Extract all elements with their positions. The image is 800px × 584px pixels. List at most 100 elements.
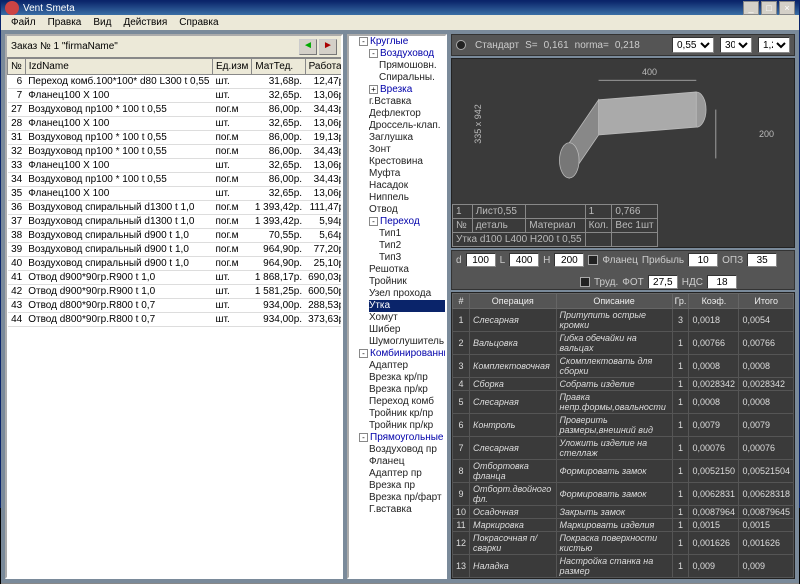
table-row[interactable]: 7СлесарнаяУложить изделие на стеллаж10,0… [453,437,794,460]
menu-actions[interactable]: Действия [117,15,173,30]
table-row[interactable]: 35Фланец100 X 100шт.32,65р.13,06р. [8,187,342,201]
tree-item[interactable]: Врезка кр/пр [369,372,445,384]
tree-item[interactable]: Тройник [369,276,445,288]
table-row[interactable]: 10ОсадочнаяЗакрыть замок10,00879640,0087… [453,506,794,519]
col-header[interactable]: Гр. [672,294,689,309]
tree-item[interactable]: Тип2 [379,240,445,252]
d-input[interactable] [466,253,496,267]
tree-item[interactable]: Тройник пр/кр [369,420,445,432]
tree-expander-icon[interactable]: - [369,49,378,58]
table-row[interactable]: 6Переход комб.100*100* d80 L300 t 0,55шт… [8,75,342,89]
combo3[interactable]: 1,2 [758,37,790,53]
col-header[interactable]: Работа [305,59,341,75]
table-row[interactable]: 34Воздуховод пр100 * 100 t 0,55пог.м86,0… [8,173,342,187]
operations-table[interactable]: #ОперацияОписаниеГр.Коэф.Итого 1Слесарна… [451,292,795,579]
tree-item[interactable]: Адаптер [369,360,445,372]
tree-item[interactable]: Крестовина [369,156,445,168]
table-row[interactable]: 42Отвод d900*90гр.R900 t 1,0шт.1 581,25р… [8,285,342,299]
tree-item[interactable]: Прямошовн. [379,60,445,72]
tree-expander-icon[interactable]: - [359,433,368,442]
table-row[interactable]: 6КонтрольПроверить размеры,внешний вид10… [453,414,794,437]
tree-item[interactable]: Ниппель [369,192,445,204]
next-button[interactable]: ► [319,39,337,55]
tree-item[interactable]: Шибер [369,324,445,336]
standard-radio[interactable] [456,40,466,50]
tree-item[interactable]: Узел прохода [369,288,445,300]
table-row[interactable]: 1СлесарнаяПритупить острые кромки30,0018… [453,309,794,332]
col-header[interactable]: Описание [556,294,672,309]
table-row[interactable]: 43Отвод d800*90гр.R800 t 0,7шт.934,00р.2… [8,299,342,313]
table-row[interactable]: 41Отвод d900*90гр.R900 t 1,0шт.1 868,17р… [8,271,342,285]
tree-item[interactable]: Заглушка [369,132,445,144]
table-row[interactable]: 27Воздуховод пр100 * 100 t 0,55пог.м86,0… [8,103,342,117]
tree-item[interactable]: Врезка пр [369,480,445,492]
tree-expander-icon[interactable]: - [359,349,368,358]
tree-item[interactable]: Дефлектор [369,108,445,120]
col-header[interactable]: # [453,294,470,309]
tree-expander-icon[interactable]: - [369,217,378,226]
profit-input[interactable] [688,253,718,267]
tree-item[interactable]: Переход комб [369,396,445,408]
close-button[interactable]: × [779,1,795,15]
tree-item[interactable]: Зонт [369,144,445,156]
table-row[interactable]: 5СлесарнаяПравка непр.формы,овальности10… [453,391,794,414]
tree-item[interactable]: г.Вставка [369,96,445,108]
menu-file[interactable]: Файл [5,15,42,30]
tree-item[interactable]: Г.вставка [369,504,445,516]
combo2[interactable]: 30 [720,37,752,53]
tree-item[interactable]: -Воздуховод [369,48,445,60]
table-row[interactable]: 37Воздуховод спиральный d1300 t 1,0пог.м… [8,215,342,229]
tree-item[interactable]: Тройник кр/пр [369,408,445,420]
flange-check[interactable] [588,255,598,265]
col-header[interactable]: Итого [739,294,794,309]
tree-item[interactable]: +Врезка [369,84,445,96]
table-row[interactable]: 38Воздуховод спиральный d900 t 1,0пог.м7… [8,229,342,243]
col-header[interactable]: № [8,59,26,75]
tree-item[interactable]: Врезка пр/фарт [369,492,445,504]
h-input[interactable] [554,253,584,267]
table-row[interactable]: 32Воздуховод пр100 * 100 t 0,55пог.м86,0… [8,145,342,159]
table-row[interactable]: 31Воздуховод пр100 * 100 t 0,55пог.м86,0… [8,131,342,145]
table-row[interactable]: 2ВальцовкаГибка обечайки на вальцах10,00… [453,332,794,355]
opz-input[interactable] [747,253,777,267]
col-header[interactable]: Операция [470,294,556,309]
tree-item[interactable]: Хомут [369,312,445,324]
menu-edit[interactable]: Правка [42,15,88,30]
table-row[interactable]: 3КомплектовочнаяСкомплектовать для сборк… [453,355,794,378]
table-row[interactable]: 11МаркировкаМаркировать изделия10,00150,… [453,519,794,532]
l-input[interactable] [509,253,539,267]
col-header[interactable]: Ед.изм [212,59,251,75]
tree-panel[interactable]: -Круглые-ВоздуховодПрямошовн.Спиральны.+… [347,34,447,579]
tree-item[interactable]: Фланец [369,456,445,468]
trud-check[interactable] [580,277,590,287]
tree-expander-icon[interactable]: - [359,37,368,46]
tree-item[interactable]: Отвод [369,204,445,216]
table-row[interactable]: 33Фланец100 X 100шт.32,65р.13,06р. [8,159,342,173]
table-row[interactable]: 13НаладкаНастройка станка на размер10,00… [453,555,794,578]
tree-item[interactable]: Спиральны. [379,72,445,84]
order-table[interactable]: №IzdNameЕд.измМатТед.Работа 6Переход ком… [7,58,341,577]
tree-item[interactable]: Тип3 [379,252,445,264]
prev-button[interactable]: ◄ [299,39,317,55]
nds-input[interactable] [707,275,737,289]
tree-item[interactable]: Насадок [369,180,445,192]
table-row[interactable]: 36Воздуховод спиральный d1300 t 1,0пог.м… [8,201,342,215]
col-header[interactable]: IzdName [25,59,212,75]
table-row[interactable]: 7Фланец100 X 100шт.32,65р.13,06р. [8,89,342,103]
thickness-select[interactable]: 0,55 [672,37,714,53]
tree-item[interactable]: -Прямоугольные [359,432,445,444]
drawing-viewport[interactable]: 400 335 x 942 200 1Лист0,5510,766 №детал… [451,58,795,248]
tree-item[interactable]: Дроссель-клап. [369,120,445,132]
menu-view[interactable]: Вид [87,15,117,30]
tree-item[interactable]: Адаптер пр [369,468,445,480]
tree-item[interactable]: Тип1 [379,228,445,240]
maximize-button[interactable]: □ [761,1,777,15]
table-row[interactable]: 28Фланец100 X 100шт.32,65р.13,06р. [8,117,342,131]
table-row[interactable]: 9Отборт.двойного фл.Формировать замок10,… [453,483,794,506]
tree-item[interactable]: Шумоглушитель [369,336,445,348]
table-row[interactable]: 12Покрасочная п/сваркиПокраска поверхнос… [453,532,794,555]
tree-item[interactable]: Утка [369,300,445,312]
tree-item[interactable]: Врезка пр/кр [369,384,445,396]
table-row[interactable]: 44Отвод d800*90гр.R800 t 0,7шт.934,00р.3… [8,313,342,327]
col-header[interactable]: Коэф. [689,294,739,309]
